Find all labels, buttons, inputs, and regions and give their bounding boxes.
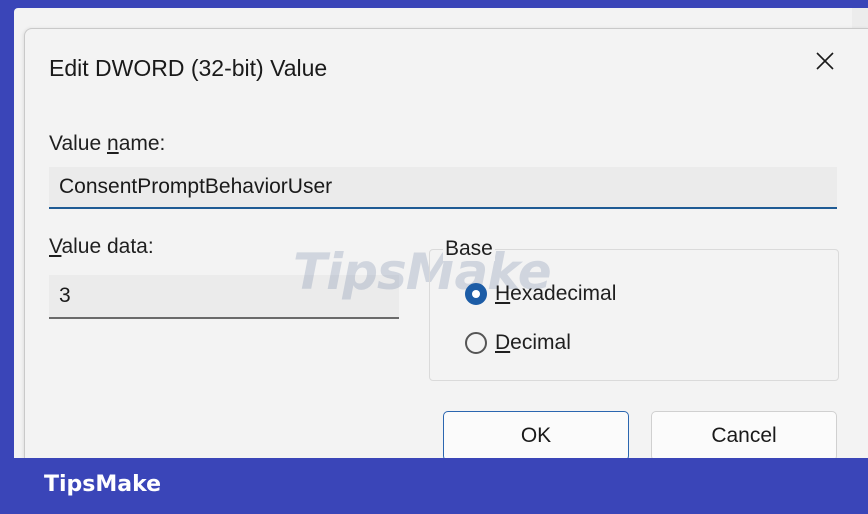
value-name-label: Value name:: [49, 132, 166, 155]
base-label: Base: [443, 237, 495, 261]
brand-logo-text: TipsMake: [44, 472, 162, 497]
value-name-field[interactable]: ConsentPromptBehaviorUser: [49, 167, 837, 209]
dialog-titlebar: Edit DWORD (32-bit) Value: [25, 29, 868, 107]
value-data-input[interactable]: 3: [49, 275, 399, 319]
value-data-label: Value data:: [49, 235, 154, 258]
radio-selected-icon: [465, 283, 487, 305]
close-button[interactable]: [805, 43, 845, 83]
ok-button[interactable]: OK: [443, 411, 629, 461]
close-icon: [814, 50, 836, 77]
footer-bar: TipsMake: [0, 458, 868, 514]
radio-hexadecimal[interactable]: Hexadecimal: [465, 282, 616, 306]
dialog-title: Edit DWORD (32-bit) Value: [49, 55, 328, 81]
radio-decimal[interactable]: Decimal: [465, 331, 571, 355]
edit-dword-dialog: Edit DWORD (32-bit) Value Value name: Co…: [24, 28, 868, 461]
radio-hexadecimal-label: Hexadecimal: [495, 282, 617, 305]
radio-unselected-icon: [465, 332, 487, 354]
cancel-button[interactable]: Cancel: [651, 411, 837, 461]
base-groupbox: [429, 249, 839, 381]
radio-decimal-label: Decimal: [495, 331, 571, 354]
